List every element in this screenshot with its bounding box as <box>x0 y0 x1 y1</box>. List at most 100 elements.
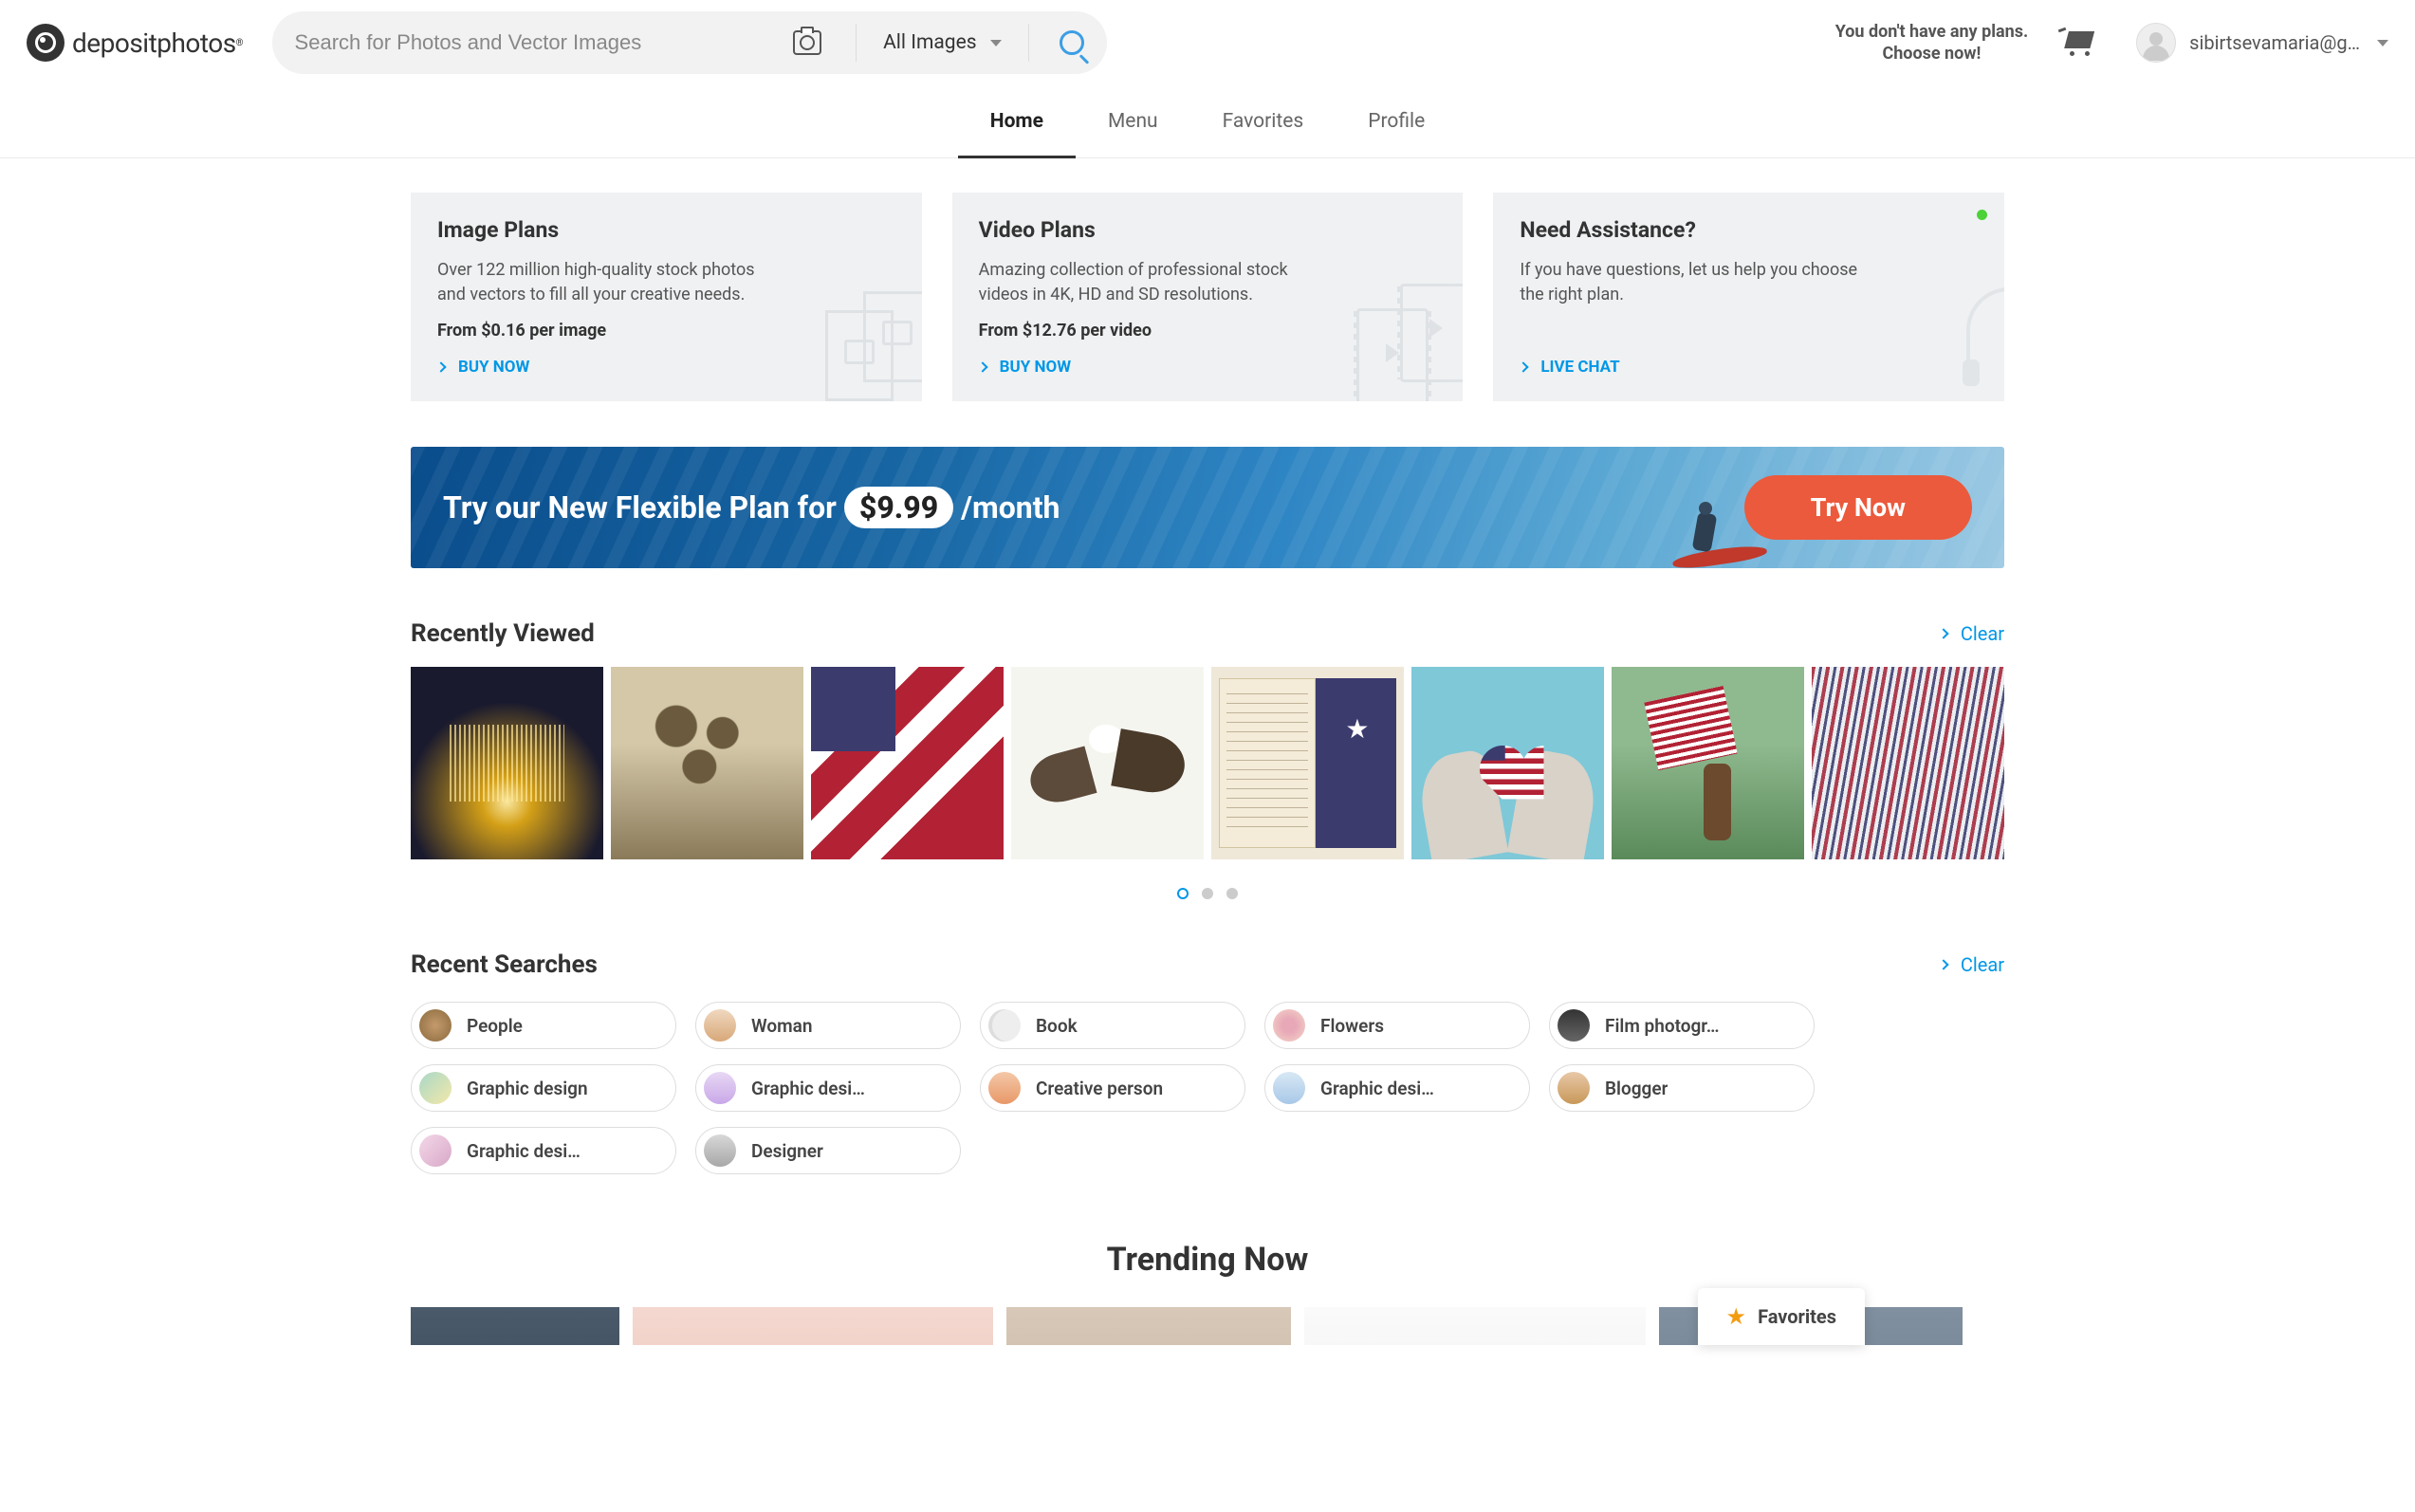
banner-suffix: /month <box>953 489 1060 526</box>
search-chip[interactable]: Woman <box>695 1002 961 1049</box>
banner-text: Try our New Flexible Plan for $9.99 /mon… <box>443 489 1060 526</box>
trending-thumb[interactable] <box>411 1307 619 1345</box>
chevron-down-icon <box>990 40 1002 46</box>
plan-card-images[interactable]: Image Plans Over 122 million high-qualit… <box>411 193 922 401</box>
headset-icon <box>1909 230 2004 382</box>
clear-recently-viewed[interactable]: Clear <box>1940 622 2004 645</box>
chip-thumb <box>988 1009 1021 1042</box>
thumb-fireworks[interactable] <box>411 667 603 859</box>
online-status-dot <box>1977 210 1987 220</box>
camera-upload-icon[interactable] <box>793 30 821 55</box>
nav-home[interactable]: Home <box>958 85 1076 157</box>
thumb-friends-flag[interactable] <box>611 667 803 859</box>
search-chip[interactable]: Graphic desi… <box>411 1127 676 1174</box>
search-filter-dropdown[interactable]: All Images <box>868 31 1016 54</box>
user-menu[interactable]: sibirtsevamaria@g… <box>2136 23 2388 63</box>
clear-label: Clear <box>1961 953 2004 976</box>
chip-thumb <box>704 1134 736 1167</box>
trending-thumb[interactable] <box>1006 1307 1291 1345</box>
carousel-dot-1[interactable] <box>1177 888 1189 899</box>
cart-icon[interactable] <box>2060 26 2098 60</box>
search-chip[interactable]: Graphic desi… <box>1264 1064 1530 1112</box>
chip-thumb <box>419 1134 452 1167</box>
chip-thumb <box>1273 1072 1305 1104</box>
recent-searches-header: Recent Searches Clear <box>411 950 2004 979</box>
search-chip[interactable]: Book <box>980 1002 1245 1049</box>
search-bar: All Images <box>272 11 1107 74</box>
search-chip[interactable]: People <box>411 1002 676 1049</box>
chip-label: Graphic design <box>467 1078 588 1099</box>
divider <box>856 24 857 62</box>
nav-favorites[interactable]: Favorites <box>1190 85 1337 157</box>
thumb-many-flags[interactable] <box>1812 667 2004 859</box>
header-right: You don't have any plans. Choose now! si… <box>1835 21 2388 65</box>
carousel-dot-2[interactable] <box>1202 888 1213 899</box>
trending-thumb[interactable] <box>1304 1307 1646 1345</box>
favorites-label: Favorites <box>1758 1305 1836 1328</box>
search-chip[interactable]: Film photogr… <box>1549 1002 1815 1049</box>
clear-label: Clear <box>1961 622 2004 645</box>
recently-viewed-header: Recently Viewed Clear <box>411 619 2004 648</box>
chip-label: Film photogr… <box>1605 1015 1720 1037</box>
username: sibirtsevamaria@g… <box>2189 31 2360 54</box>
search-chip[interactable]: Flowers <box>1264 1002 1530 1049</box>
surfer-illustration <box>1682 483 1739 559</box>
plan-card-assistance[interactable]: Need Assistance? If you have questions, … <box>1493 193 2004 401</box>
search-icon[interactable] <box>1060 30 1084 55</box>
recently-viewed-thumbs: ★ <box>411 667 2004 859</box>
search-chip[interactable]: Graphic design <box>411 1064 676 1112</box>
trending-thumb[interactable] <box>633 1307 993 1345</box>
section-title: Recent Searches <box>411 950 598 979</box>
carousel-dots <box>411 888 2004 899</box>
nav-menu[interactable]: Menu <box>1076 85 1190 157</box>
cta-label: BUY NOW <box>458 358 529 377</box>
plan-prompt[interactable]: You don't have any plans. Choose now! <box>1835 21 2028 65</box>
star-icon: ★ <box>1726 1303 1747 1330</box>
chip-label: Flowers <box>1320 1015 1384 1037</box>
search-chip[interactable]: Designer <box>695 1127 961 1174</box>
header: depositphotos® All Images You don't have… <box>0 0 2415 85</box>
cta-label: LIVE CHAT <box>1540 358 1619 377</box>
search-chip[interactable]: Blogger <box>1549 1064 1815 1112</box>
thumb-heart-flag[interactable] <box>1411 667 1604 859</box>
trending-title: Trending Now <box>411 1241 2004 1279</box>
main-nav: Home Menu Favorites Profile <box>0 85 2415 158</box>
favorites-popup[interactable]: ★ Favorites <box>1698 1288 1865 1345</box>
search-chip[interactable]: Creative person <box>980 1064 1245 1112</box>
logo[interactable]: depositphotos® <box>27 24 244 62</box>
chip-label: Graphic desi… <box>467 1140 581 1162</box>
thumb-american-flag[interactable] <box>811 667 1004 859</box>
carousel-dot-3[interactable] <box>1226 888 1238 899</box>
plan-card-videos[interactable]: Video Plans Amazing collection of profes… <box>952 193 1464 401</box>
image-placeholder-icon <box>827 230 922 382</box>
banner-prefix: Try our New Flexible Plan for <box>443 489 844 526</box>
chip-label: Designer <box>751 1140 823 1162</box>
chevron-down-icon <box>2377 40 2388 46</box>
recent-searches-chips: People Woman Book Flowers Film photogr… … <box>411 1002 2004 1174</box>
chip-label: Graphic desi… <box>1320 1078 1434 1099</box>
chip-label: Woman <box>751 1015 812 1037</box>
thumb-declaration[interactable]: ★ <box>1211 667 1404 859</box>
chevron-right-icon <box>1519 361 1529 372</box>
plan-desc: Amazing collection of professional stock… <box>979 258 1322 307</box>
nav-profile[interactable]: Profile <box>1336 85 1457 157</box>
chevron-right-icon <box>977 361 987 372</box>
plan-line2: Choose now! <box>1835 43 2028 65</box>
promo-banner: Try our New Flexible Plan for $9.99 /mon… <box>411 447 2004 568</box>
chip-thumb <box>1558 1009 1590 1042</box>
try-now-button[interactable]: Try Now <box>1744 475 1972 540</box>
plan-desc: Over 122 million high-quality stock phot… <box>437 258 781 307</box>
search-chip[interactable]: Graphic desi… <box>695 1064 961 1112</box>
chip-thumb <box>419 1009 452 1042</box>
chip-label: People <box>467 1015 523 1037</box>
chevron-right-icon <box>1938 628 1948 638</box>
clear-recent-searches[interactable]: Clear <box>1940 953 2004 976</box>
thumb-eagle[interactable] <box>1011 667 1204 859</box>
logo-registered: ® <box>236 38 244 48</box>
chip-thumb <box>1273 1009 1305 1042</box>
search-input[interactable] <box>295 30 771 55</box>
logo-text: depositphotos <box>72 28 236 59</box>
divider <box>1028 24 1029 62</box>
chip-thumb <box>1558 1072 1590 1104</box>
thumb-hand-flag[interactable] <box>1612 667 1804 859</box>
